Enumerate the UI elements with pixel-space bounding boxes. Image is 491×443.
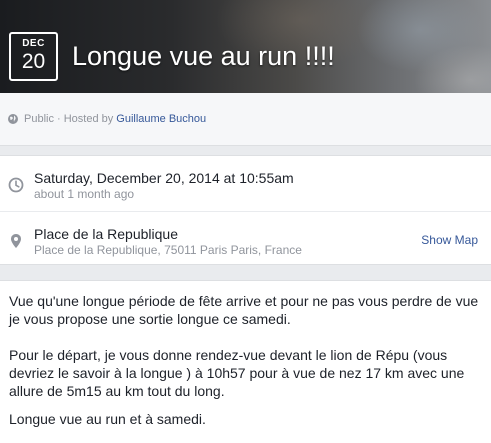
globe-icon xyxy=(8,114,18,124)
event-location-row[interactable]: Place de la Republique Place de la Repub… xyxy=(0,212,491,265)
description-paragraph-1: Vue qu'une longue période de fête arrive… xyxy=(9,293,479,327)
event-title: Longue vue au run !!!! xyxy=(72,41,335,71)
location-pin-icon xyxy=(8,233,24,249)
event-month: DEC xyxy=(22,38,45,49)
place-address: Place de la Republique, 75011 Paris Pari… xyxy=(34,243,302,257)
event-relative-time: about 1 month ago xyxy=(34,187,135,201)
event-date-badge: DEC 20 xyxy=(9,32,58,81)
privacy-row: Public · Hosted by Guillaume Buchou xyxy=(8,112,206,126)
event-cover-photo: DEC 20 Longue vue au run !!!! xyxy=(0,0,491,93)
description-paragraph-3: Longue vue au run et à samedi. xyxy=(9,411,206,427)
host-link[interactable]: Guillaume Buchou xyxy=(116,112,206,126)
event-details-card: Saturday, December 20, 2014 at 10:55am a… xyxy=(0,155,491,265)
event-day: 20 xyxy=(21,50,46,73)
show-map-link[interactable]: Show Map xyxy=(421,233,478,247)
event-datetime: Saturday, December 20, 2014 at 10:55am xyxy=(34,170,294,186)
event-time-row: Saturday, December 20, 2014 at 10:55am a… xyxy=(0,156,491,212)
privacy-label: Public · Hosted by xyxy=(24,113,114,125)
place-name: Place de la Republique xyxy=(34,226,178,242)
description-paragraph-2: Pour le départ, je vous donne rendez-vue… xyxy=(9,347,465,399)
event-privacy-bar: Public · Hosted by Guillaume Buchou xyxy=(0,93,491,146)
event-description-card: Vue qu'une longue période de fête arrive… xyxy=(0,280,491,443)
clock-icon xyxy=(8,177,24,193)
